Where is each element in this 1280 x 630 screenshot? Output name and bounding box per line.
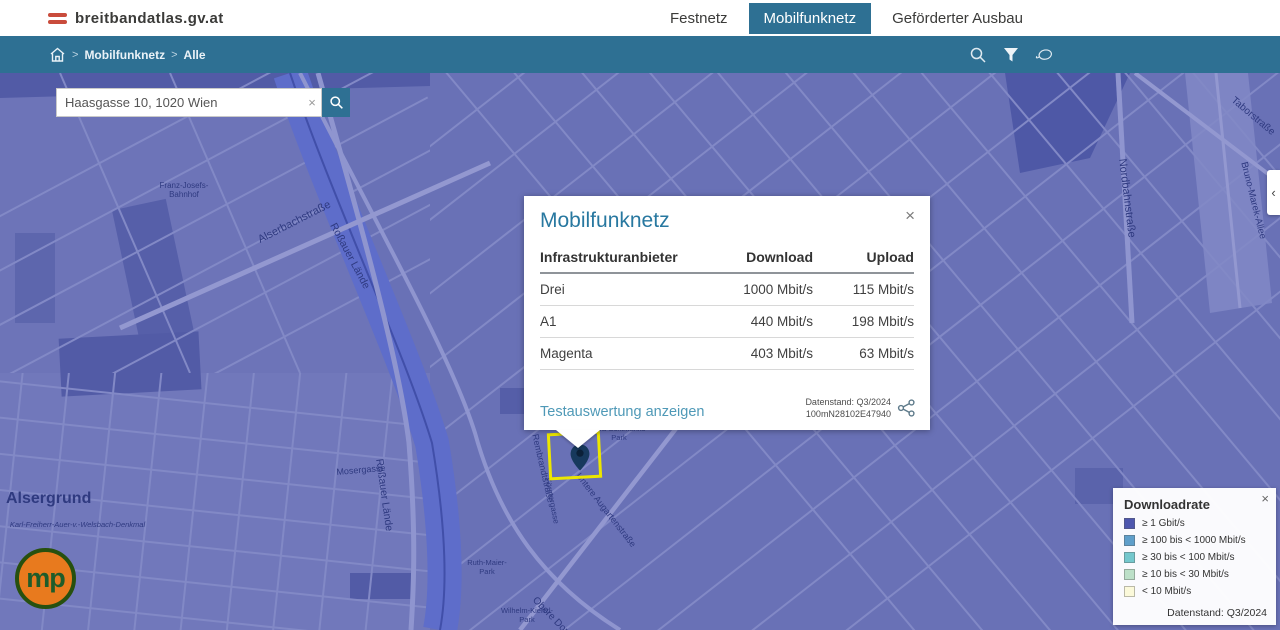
main-nav: Festnetz Mobilfunknetz Geförderter Ausba… (652, 0, 1041, 36)
map-label-district: Alsergrund (6, 490, 91, 508)
grid-cell-id: 100mN28102E47940 (806, 409, 891, 419)
popup-pointer (556, 430, 600, 448)
app-header: breitbandatlas.gv.at Festnetz Mobilfunkn… (0, 0, 1280, 36)
table-header-row: Infrastrukturanbieter Download Upload (540, 245, 914, 273)
provider-name: A1 (540, 306, 680, 338)
provider-table: Infrastrukturanbieter Download Upload Dr… (540, 245, 914, 370)
legend-swatch (1124, 586, 1135, 597)
filter-icon[interactable] (1001, 45, 1021, 65)
search-input-box: × (56, 88, 322, 117)
upload-value: 198 Mbit/s (813, 306, 914, 338)
download-value: 440 Mbit/s (680, 306, 813, 338)
legend-item: ≥ 30 bis < 100 Mbit/s (1124, 552, 1265, 563)
breitbandatlas-app: breitbandatlas.gv.at Festnetz Mobilfunkn… (0, 0, 1280, 630)
provider-name: Drei (540, 273, 680, 306)
logo-text: breitbandatlas.gv.at (75, 10, 224, 27)
breadcrumb-mobilfunknetz[interactable]: Mobilfunknetz (84, 48, 165, 62)
legend-datenstand: Datenstand: Q3/2024 (1167, 607, 1267, 619)
col-infrastrukturanbieter: Infrastrukturanbieter (540, 245, 680, 273)
feedback-icon[interactable] (1034, 45, 1054, 65)
table-row: Magenta 403 Mbit/s 63 Mbit/s (540, 338, 914, 370)
breadcrumb-alle[interactable]: Alle (184, 48, 206, 62)
map-label-park: Wilhelm-Kienzl-Park (496, 607, 558, 624)
tab-mobilfunknetz[interactable]: Mobilfunknetz (749, 3, 872, 34)
upload-value: 63 Mbit/s (813, 338, 914, 370)
legend-item: ≥ 10 bis < 30 Mbit/s (1124, 569, 1265, 580)
logo[interactable]: breitbandatlas.gv.at (48, 0, 224, 36)
map-label: Franz-Josefs-Bahnhof (150, 181, 218, 199)
map-toolbar (968, 36, 1054, 73)
upload-value: 115 Mbit/s (813, 273, 914, 306)
legend-swatch (1124, 535, 1135, 546)
legend-item: < 10 Mbit/s (1124, 586, 1265, 597)
austria-flag-icon (48, 13, 67, 24)
map-label-monument: Karl-Freiherr-Auer-v.-Welsbach-Denkmal (0, 521, 155, 530)
table-row: Drei 1000 Mbit/s 115 Mbit/s (540, 273, 914, 306)
col-upload: Upload (813, 245, 914, 273)
breadcrumb-separator: > (72, 49, 78, 61)
download-value: 403 Mbit/s (680, 338, 813, 370)
tab-festnetz[interactable]: Festnetz (655, 3, 743, 34)
close-icon[interactable]: × (905, 207, 915, 224)
legend-panel: Downloadrate × ≥ 1 Gbit/s ≥ 100 bis < 10… (1113, 488, 1276, 625)
download-value: 1000 Mbit/s (680, 273, 813, 306)
search-icon[interactable] (968, 45, 988, 65)
search-input[interactable] (57, 95, 303, 110)
side-panel-toggle[interactable]: ‹ (1267, 170, 1280, 215)
legend-item: ≥ 1 Gbit/s (1124, 518, 1265, 529)
mobilfunknetz-popup: Mobilfunknetz × Infrastrukturanbieter Do… (524, 196, 930, 430)
mp-poi-logo: mp (15, 548, 76, 609)
popup-meta: Datenstand: Q3/2024 100mN28102E47940 (805, 396, 891, 420)
testauswertung-link[interactable]: Testauswertung anzeigen (540, 404, 704, 420)
breadcrumb-separator: > (171, 49, 177, 61)
popup-title: Mobilfunknetz (540, 209, 914, 233)
map-canvas[interactable]: Alsergrund Franz-Josefs-Bahnhof Alserbac… (0, 73, 1280, 630)
table-row: A1 440 Mbit/s 198 Mbit/s (540, 306, 914, 338)
chevron-left-icon: ‹ (1271, 185, 1275, 200)
tab-gefoerderter-ausbau[interactable]: Geförderter Ausbau (877, 3, 1038, 34)
popup-footer: Testauswertung anzeigen Datenstand: Q3/2… (540, 396, 916, 420)
legend-title: Downloadrate (1124, 497, 1265, 512)
address-search: × (56, 88, 350, 117)
map-label-park: Ruth-Maier-Park (460, 559, 514, 576)
breadcrumb-bar: > Mobilfunknetz > Alle (0, 36, 1280, 73)
provider-name: Magenta (540, 338, 680, 370)
datenstand-text: Datenstand: Q3/2024 (805, 397, 891, 407)
legend-swatch (1124, 518, 1135, 529)
legend-swatch (1124, 569, 1135, 580)
home-icon[interactable] (49, 47, 66, 63)
search-submit-button[interactable] (322, 88, 350, 117)
close-icon[interactable]: × (1261, 491, 1269, 506)
col-download: Download (680, 245, 813, 273)
legend-swatch (1124, 552, 1135, 563)
clear-search-icon[interactable]: × (303, 95, 321, 110)
share-icon[interactable] (897, 399, 916, 417)
legend-item: ≥ 100 bis < 1000 Mbit/s (1124, 535, 1265, 546)
